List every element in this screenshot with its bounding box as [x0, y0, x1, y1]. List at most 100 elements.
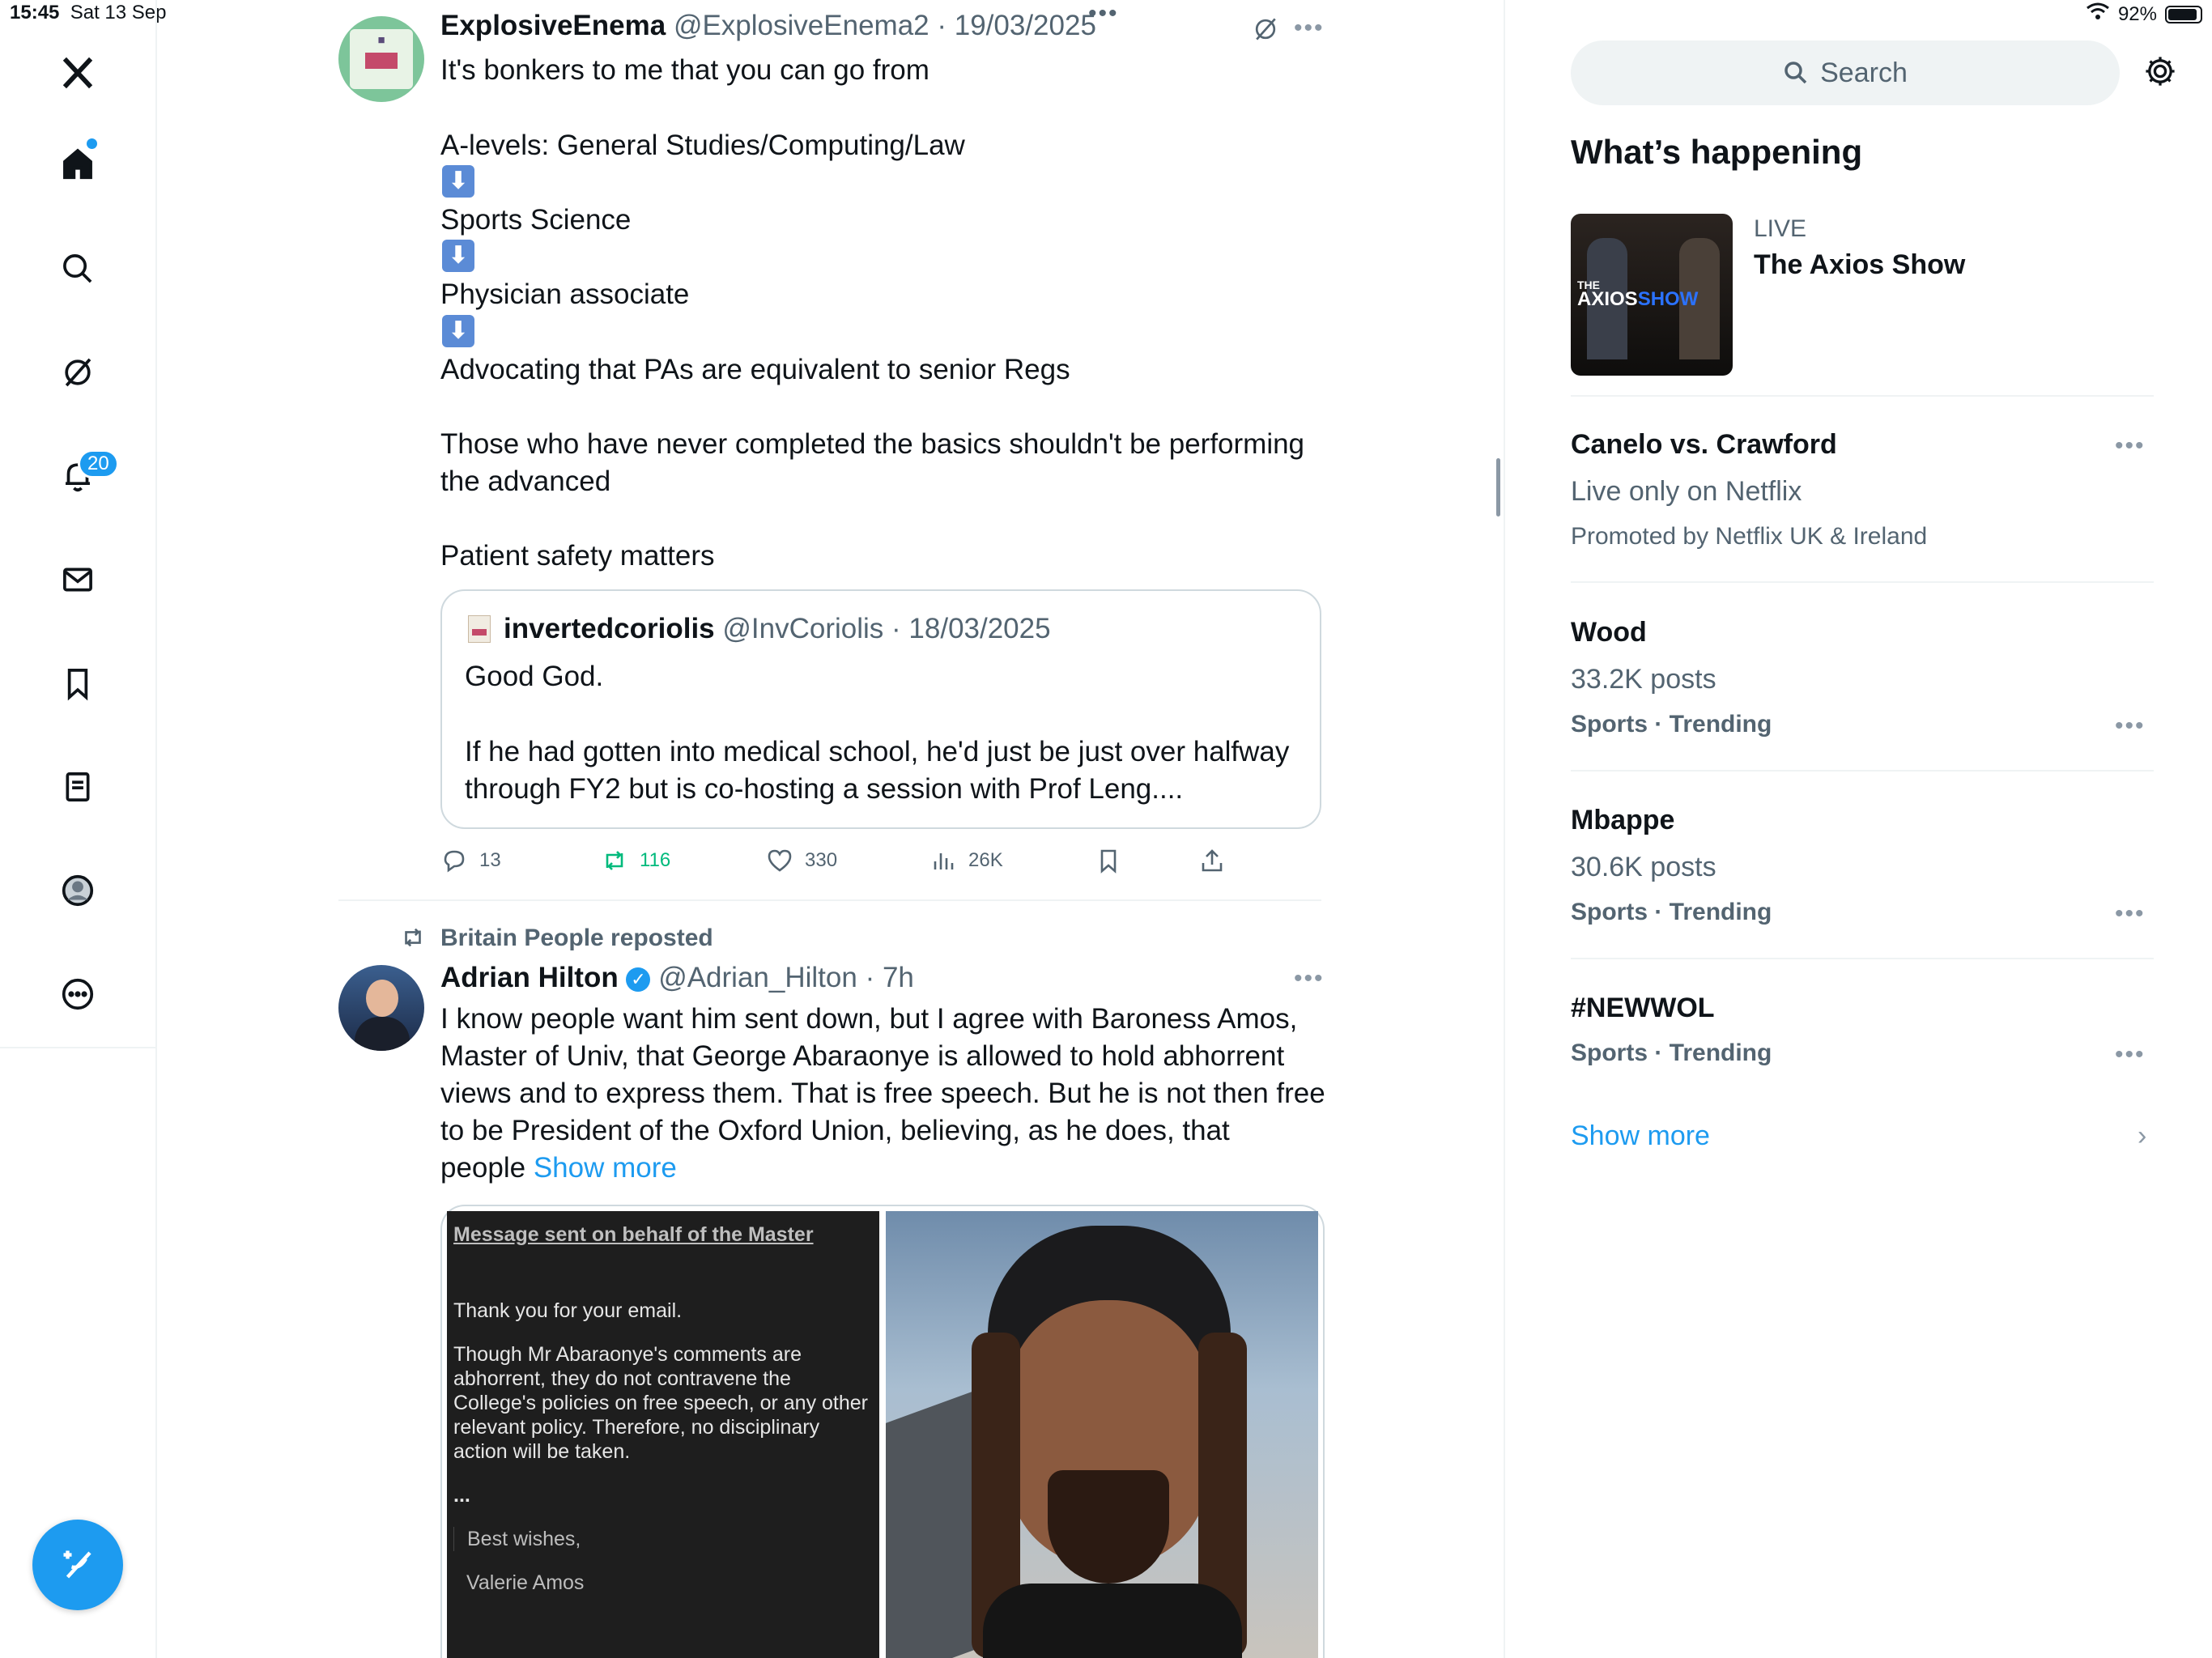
tweet2-header: Adrian Hilton ✓ @Adrian_Hilton · 7h [440, 962, 914, 994]
tweet1-avatar[interactable]: ■ [338, 16, 424, 102]
promo-promoted-label: Promoted by Netflix UK & Ireland [1571, 523, 1928, 550]
lists-icon[interactable] [53, 763, 102, 811]
quote-line2: If he had gotten into medical school, he… [465, 736, 1290, 805]
bookmark-button[interactable] [1095, 847, 1122, 874]
like-count: 330 [805, 849, 838, 871]
battery-percent: 92% [2117, 2, 2157, 25]
search-icon [1784, 62, 1807, 84]
trend-meta: Sports · Trending [1571, 899, 1772, 925]
search-icon[interactable] [53, 244, 102, 293]
sidebar-divider [1571, 581, 2154, 583]
letter-p1: Thank you for your email. [453, 1299, 683, 1322]
share-button[interactable] [1198, 847, 1226, 874]
more-options-icon[interactable] [53, 970, 102, 1018]
trend-more-icon[interactable]: ••• [2115, 900, 2146, 928]
live-title[interactable]: The Axios Show [1754, 249, 1965, 281]
quote-handle: @InvCoriolis [722, 613, 884, 644]
grok-icon[interactable] [53, 348, 102, 397]
reply-count: 13 [479, 849, 501, 871]
search-input[interactable]: Search [1571, 40, 2120, 105]
tweet2-date[interactable]: · 7h [866, 962, 914, 993]
repost-icon [606, 851, 623, 870]
share-icon [1202, 849, 1223, 872]
tweet2-text: I know people want him sent down, but I … [440, 1003, 1325, 1184]
tweet2-avatar[interactable] [338, 965, 424, 1051]
compose-feather-icon [63, 1550, 91, 1579]
axios-thumb-logo: AXIOSSHOW [1577, 288, 1699, 310]
chevron-right-icon[interactable]: › [2138, 1120, 2146, 1152]
tweet2-handle[interactable]: @Adrian_Hilton [658, 962, 857, 993]
repost-label[interactable]: Britain People reposted [440, 925, 713, 952]
trend-title[interactable]: Mbappe [1571, 805, 1674, 836]
promo-more-icon[interactable]: ••• [2115, 432, 2146, 460]
search-placeholder: Search [1820, 57, 1908, 88]
live-thumbnail[interactable]: THE AXIOSSHOW [1571, 214, 1733, 376]
letter-p2: Though Mr Abaraonye's comments are abhor… [453, 1343, 869, 1463]
down-arrow-emoji-icon: ⬇ [442, 315, 474, 347]
promo-title[interactable]: Canelo vs. Crawford [1571, 429, 1837, 461]
quote-avatar [468, 615, 491, 643]
trend-more-icon[interactable]: ••• [2115, 1041, 2146, 1069]
trend-title[interactable]: #NEWWOL [1571, 993, 1715, 1024]
tweet1-display-name[interactable]: ExplosiveEnema [440, 10, 666, 41]
tweet1-more-icon[interactable]: ••• [1294, 15, 1325, 42]
repost-label-icon [400, 925, 428, 952]
reply-icon [444, 850, 465, 873]
status-right: 92% [2086, 2, 2202, 27]
battery-icon [2165, 5, 2202, 23]
tweet-divider [338, 899, 1321, 901]
like-button[interactable]: 330 [766, 847, 837, 874]
scroll-indicator[interactable] [1496, 458, 1500, 517]
tweet2-show-more-link[interactable]: Show more [534, 1152, 677, 1184]
down-arrow-emoji-icon: ⬇ [442, 165, 474, 198]
messages-envelope-icon[interactable] [53, 555, 102, 604]
media-image-letter[interactable]: Message sent on behalf of the Master Tha… [447, 1211, 879, 1658]
tweet2-more-icon[interactable]: ••• [1294, 965, 1325, 993]
sidebar-divider [1571, 958, 2154, 959]
repost-count: 116 [640, 849, 671, 871]
letter-ellipsis: ... [453, 1484, 470, 1507]
views-count: 26K [968, 849, 1003, 871]
letter-sign2: Valerie Amos [466, 1571, 585, 1594]
heart-icon [768, 849, 792, 872]
views-button[interactable]: 26K [929, 847, 1003, 874]
bookmarks-icon[interactable] [53, 659, 102, 708]
letter-sign1: Best wishes, [453, 1527, 873, 1551]
reply-button[interactable]: 13 [440, 847, 501, 874]
trend-posts: 30.6K posts [1571, 852, 1716, 882]
tweet1-grok-icon[interactable] [1251, 15, 1280, 44]
tweet1-line5: Advocating that PAs are equivalent to se… [440, 354, 1070, 385]
tweet1-date[interactable]: · 19/03/2025 [937, 10, 1096, 41]
trends-show-more-link[interactable]: Show more [1571, 1120, 1710, 1152]
x-logo-icon[interactable] [53, 49, 102, 97]
quote-date: · 18/03/2025 [891, 613, 1051, 644]
compose-post-button[interactable] [32, 1520, 123, 1610]
trend-meta: Sports · Trending [1571, 711, 1772, 738]
tweet1-line1: It's bonkers to me that you can go from [440, 54, 929, 86]
tweet1-line6: Those who have never completed the basic… [440, 428, 1305, 497]
gmc-logo-icon: ■ [350, 29, 413, 89]
trend-more-icon[interactable]: ••• [2115, 712, 2146, 740]
sidebar-divider [1571, 395, 2154, 397]
repost-button[interactable]: 116 [601, 847, 670, 874]
tweet1-top-dots-icon[interactable]: ••• [1088, 0, 1119, 28]
tweet2-display-name[interactable]: Adrian Hilton [440, 962, 619, 993]
media-image-portrait[interactable] [886, 1211, 1318, 1658]
settings-gear-icon[interactable] [2142, 53, 2178, 89]
promo-subtitle: Live only on Netflix [1571, 476, 1802, 507]
quote-header: invertedcoriolis @InvCoriolis · 18/03/20… [504, 613, 1051, 645]
trend-posts: 33.2K posts [1571, 664, 1716, 695]
views-chart-icon [934, 853, 954, 869]
tweet1-header: ExplosiveEnema @ExplosiveEnema2 · 19/03/… [440, 10, 1096, 42]
down-arrow-emoji-icon: ⬇ [442, 240, 474, 272]
nav-divider [0, 1047, 155, 1048]
trend-meta: Sports · Trending [1571, 1039, 1772, 1066]
live-tag: LIVE [1754, 215, 1807, 242]
whats-happening-title: What’s happening [1571, 133, 1863, 171]
letter-heading: Message sent on behalf of the Master [453, 1223, 814, 1246]
trend-title[interactable]: Wood [1571, 617, 1647, 648]
tweet1-line2: A-levels: General Studies/Computing/Law [440, 130, 965, 161]
profile-avatar-icon[interactable] [53, 866, 102, 915]
tweet1-line7: Patient safety matters [440, 540, 715, 572]
tweet1-handle[interactable]: @ExplosiveEnema2 [674, 10, 929, 41]
